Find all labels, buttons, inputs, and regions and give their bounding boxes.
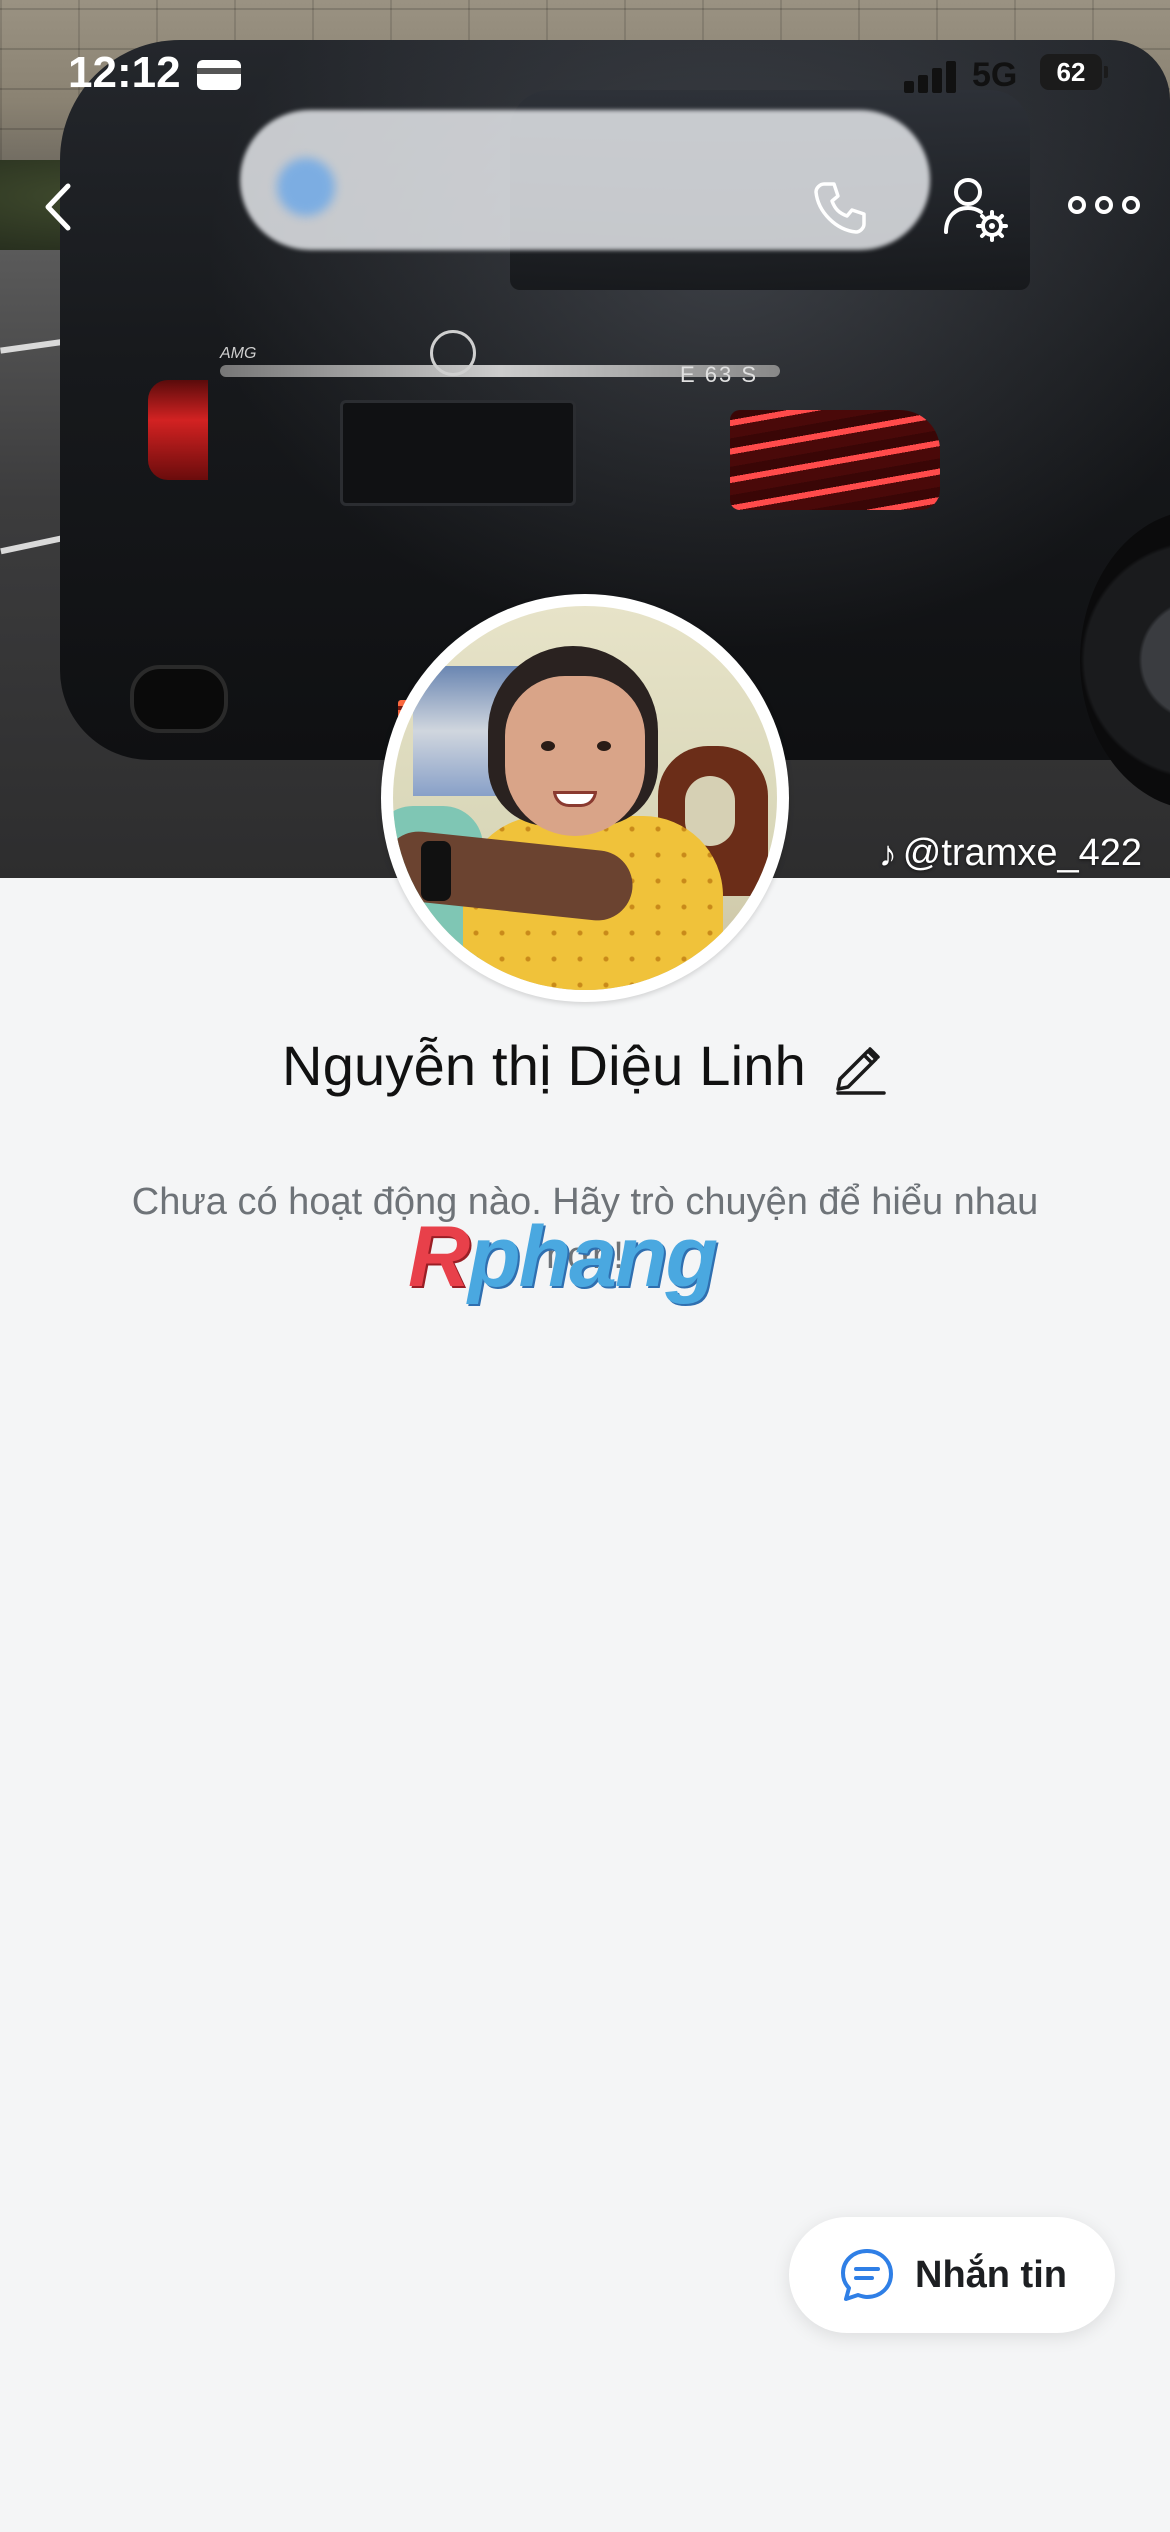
more-dot: [1095, 196, 1113, 214]
user-settings-button[interactable]: [940, 172, 1012, 244]
avatar[interactable]: [381, 594, 789, 1002]
more-dot: [1122, 196, 1140, 214]
card-icon: [197, 60, 241, 90]
header-blurred-avatar: [277, 158, 335, 216]
signal-icon: [904, 57, 960, 93]
watermark-first: R: [408, 1209, 470, 1305]
car-brand-mark: AMG: [220, 345, 257, 362]
tiktok-handle: @tramxe_422: [902, 832, 1142, 874]
phone-icon: [814, 182, 866, 234]
license-plate: [340, 400, 576, 506]
watermark-rest: phang: [468, 1209, 718, 1305]
battery-icon: 62: [1040, 54, 1108, 90]
avatar-photo: [393, 606, 777, 990]
avatar-kid-eye: [541, 741, 555, 751]
tiktok-watermark: ♪ @tramxe_422: [879, 832, 1142, 875]
car-logo: [430, 330, 476, 376]
more-dot: [1068, 196, 1086, 214]
back-button[interactable]: [30, 172, 90, 242]
profile-name-row: Nguyễn thị Diệu Linh: [0, 1030, 1170, 1100]
tail-light-right: [730, 410, 940, 510]
avatar-watch: [421, 841, 451, 901]
send-message-button[interactable]: Nhắn tin: [789, 2217, 1115, 2333]
tail-light-left: [148, 380, 208, 480]
tiktok-icon: ♪: [878, 832, 897, 874]
status-time: 12:12: [68, 48, 181, 97]
avatar-kid-eye: [597, 741, 611, 751]
send-message-label: Nhắn tin: [915, 2253, 1067, 2296]
watermark-logo: Rphang: [408, 1214, 718, 1300]
chat-bubble-icon: [841, 2249, 893, 2301]
call-button[interactable]: [808, 176, 872, 240]
chevron-left-icon: [45, 183, 71, 231]
car-badge: E 63 S: [680, 362, 759, 387]
avatar-kid-face: [505, 676, 645, 836]
more-button[interactable]: [1068, 190, 1142, 220]
exhaust: [130, 665, 228, 733]
profile-name: Nguyễn thị Diệu Linh: [282, 1033, 806, 1097]
user-gear-icon: [944, 178, 1008, 242]
pencil-icon: [836, 1047, 886, 1095]
edit-name-button[interactable]: [832, 1035, 888, 1095]
network-label: 5G: [972, 56, 1018, 94]
